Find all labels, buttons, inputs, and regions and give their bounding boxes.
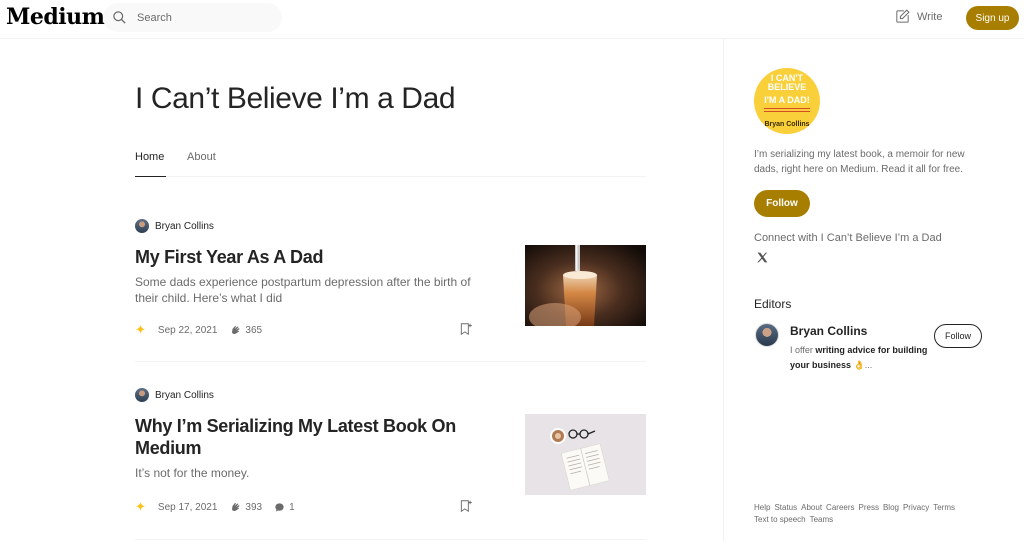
write-icon bbox=[896, 9, 910, 23]
post-date: Sep 22, 2021 bbox=[157, 324, 218, 336]
post-thumbnail[interactable] bbox=[525, 414, 646, 495]
clap-count: 393 bbox=[245, 501, 263, 513]
author-avatar[interactable] bbox=[135, 388, 149, 402]
search-icon bbox=[113, 11, 126, 24]
publication-tabs: Home About bbox=[135, 150, 646, 177]
post-date: Sep 17, 2021 bbox=[157, 501, 218, 513]
search-bar[interactable] bbox=[103, 3, 282, 32]
sign-up-button[interactable]: Sign up bbox=[966, 6, 1019, 30]
responses[interactable]: 1 bbox=[274, 502, 295, 513]
post-thumbnail[interactable] bbox=[525, 245, 646, 326]
author-name[interactable]: Bryan Collins bbox=[155, 390, 214, 401]
post-author[interactable]: Bryan Collins bbox=[135, 219, 214, 233]
write-label: Write bbox=[917, 10, 943, 23]
clap-icon bbox=[232, 326, 240, 335]
clap-icon bbox=[232, 503, 240, 512]
member-star-icon: ✦ bbox=[135, 499, 146, 514]
x-twitter-icon[interactable] bbox=[756, 251, 769, 264]
logo-line-1: I CAN'T BELIEVE bbox=[767, 73, 807, 92]
footer-link-help[interactable]: Help bbox=[754, 502, 770, 514]
search-input[interactable] bbox=[137, 9, 272, 26]
post-meta: ✦ Sep 17, 2021 393 1 bbox=[135, 499, 295, 515]
medium-logo[interactable]: Medium bbox=[6, 4, 105, 30]
connect-heading: Connect with I Can’t Believe I’m a Dad bbox=[754, 232, 942, 244]
open-book-image bbox=[525, 414, 646, 495]
publication-description: I’m serializing my latest book, a memoir… bbox=[754, 149, 965, 175]
post-subtitle[interactable]: It’s not for the money. bbox=[135, 465, 485, 481]
editor-bio: I offer writing advice for building your… bbox=[790, 343, 930, 373]
footer-link-blog[interactable]: Blog bbox=[883, 502, 899, 514]
bookmark-icon[interactable] bbox=[459, 321, 473, 337]
claps: 393 bbox=[229, 501, 262, 513]
post-title[interactable]: Why I’m Serializing My Latest Book On Me… bbox=[135, 415, 485, 459]
follow-editor-button[interactable]: Follow bbox=[934, 324, 982, 348]
logo-tagline-lines bbox=[764, 108, 810, 114]
logo-author: Bryan Collins bbox=[764, 121, 810, 128]
post-divider bbox=[135, 539, 646, 540]
footer-link-press[interactable]: Press bbox=[859, 502, 879, 514]
author-avatar[interactable] bbox=[135, 219, 149, 233]
footer-link-text-to-speech[interactable]: Text to speech bbox=[754, 514, 806, 526]
editor-avatar[interactable] bbox=[755, 323, 779, 347]
post-divider bbox=[135, 361, 646, 362]
column-divider bbox=[723, 39, 724, 541]
claps: 365 bbox=[229, 324, 262, 336]
beer-glass-image bbox=[525, 245, 646, 326]
footer-link-privacy[interactable]: Privacy bbox=[903, 502, 929, 514]
tab-about[interactable]: About bbox=[187, 151, 216, 163]
publication-title: I Can’t Believe I’m a Dad bbox=[135, 82, 456, 115]
footer-link-status[interactable]: Status bbox=[774, 502, 797, 514]
editor-bio-suffix: 👌... bbox=[851, 360, 873, 370]
footer-links: Help Status About Careers Press Blog Privacy Te… bbox=[754, 502, 979, 526]
footer-link-teams[interactable]: Teams bbox=[810, 514, 834, 526]
response-count: 1 bbox=[289, 501, 295, 513]
post-meta: ✦ Sep 22, 2021 365 bbox=[135, 322, 274, 338]
top-bar: Medium Write Sign up bbox=[0, 0, 1024, 39]
response-icon bbox=[275, 502, 284, 512]
bookmark-icon[interactable] bbox=[459, 498, 473, 514]
post-subtitle[interactable]: Some dads experience postpartum depressi… bbox=[135, 274, 485, 306]
clap-count: 365 bbox=[245, 324, 263, 336]
footer-link-careers[interactable]: Careers bbox=[826, 502, 854, 514]
follow-publication-button[interactable]: Follow bbox=[754, 190, 810, 217]
footer-link-terms[interactable]: Terms bbox=[933, 502, 955, 514]
author-name[interactable]: Bryan Collins bbox=[155, 221, 214, 232]
editors-heading: Editors bbox=[754, 297, 792, 311]
member-star-icon: ✦ bbox=[135, 322, 146, 337]
publication-logo[interactable]: I CAN'T BELIEVE I'M A DAD! Bryan Collins bbox=[754, 68, 820, 134]
logo-line-2: I'M A DAD! bbox=[764, 95, 810, 105]
footer-link-about[interactable]: About bbox=[801, 502, 822, 514]
editor-bio-prefix: I offer bbox=[790, 345, 816, 355]
post-title[interactable]: My First Year As A Dad bbox=[135, 246, 485, 268]
post-author[interactable]: Bryan Collins bbox=[135, 388, 214, 402]
tab-home[interactable]: Home bbox=[135, 151, 167, 177]
editor-name[interactable]: Bryan Collins bbox=[790, 324, 867, 338]
write-button[interactable]: Write bbox=[894, 8, 942, 25]
